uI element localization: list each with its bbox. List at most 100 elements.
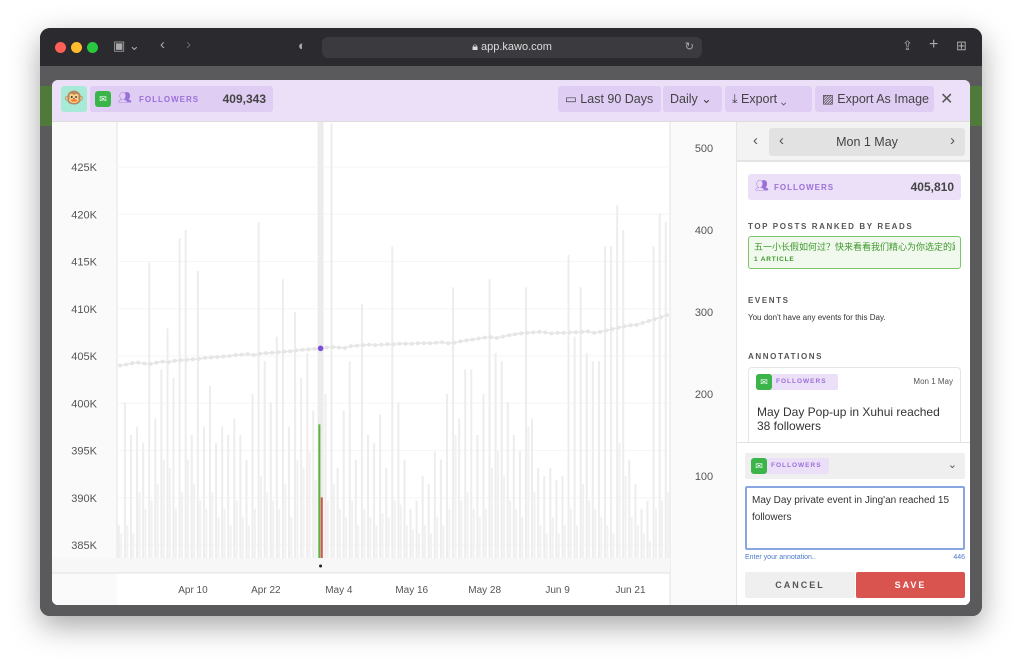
left-tick-label: 410K bbox=[71, 304, 97, 316]
reads-bar-secondary bbox=[636, 525, 639, 558]
chevron-down-icon: ⌄ bbox=[701, 92, 712, 106]
reads-bar bbox=[445, 394, 448, 558]
prev-icon[interactable]: ‹ bbox=[753, 132, 758, 149]
tabs-overview-icon[interactable]: ⊞ bbox=[956, 38, 967, 54]
followers-point bbox=[385, 342, 390, 347]
next-day-icon[interactable]: › bbox=[950, 132, 955, 149]
date-range-button[interactable]: ▭ Last 90 Days bbox=[558, 86, 661, 112]
reads-bar bbox=[518, 451, 521, 558]
lock-icon: 🔒︎ bbox=[472, 41, 481, 53]
reads-bar-secondary bbox=[375, 525, 378, 558]
followers-point bbox=[160, 359, 165, 364]
reads-bar-secondary bbox=[454, 435, 457, 558]
export-image-button[interactable]: ▨ Export As Image bbox=[815, 86, 934, 112]
calendar-icon: ▭ bbox=[565, 92, 581, 106]
selected-date: Mon 1 May bbox=[836, 135, 898, 149]
followers-point bbox=[142, 361, 147, 366]
left-tick-label: 400K bbox=[71, 398, 97, 410]
reads-bar-secondary bbox=[606, 525, 609, 558]
reads-bar bbox=[142, 443, 145, 558]
zoom-window-button[interactable] bbox=[87, 42, 98, 53]
annotation-date: Mon 1 May bbox=[913, 377, 953, 386]
followers-point bbox=[269, 350, 274, 355]
reads-bar bbox=[652, 246, 655, 558]
reads-bar-secondary bbox=[339, 508, 342, 558]
reads-bar bbox=[579, 287, 582, 558]
reads-bar bbox=[281, 279, 284, 558]
selected-day-marker bbox=[319, 564, 323, 568]
cancel-button[interactable]: CANCEL bbox=[745, 572, 855, 598]
followers-point bbox=[500, 334, 505, 339]
browser-toolbar: ▣ ⌄ ‹ › ◐ 🔒︎ app.kawo.com ↻ ⇪ + ⊞ bbox=[40, 28, 982, 66]
reads-bar bbox=[464, 369, 467, 558]
reads-bar-secondary bbox=[551, 517, 554, 558]
reads-bar bbox=[488, 279, 491, 558]
annotation-metric-tag: ✉ FOLLOWERS bbox=[756, 374, 838, 390]
x-tick-label: Apr 10 bbox=[178, 585, 208, 596]
interval-label: Daily bbox=[670, 92, 698, 106]
reads-bar-secondary bbox=[661, 500, 664, 558]
shield-icon[interactable]: ◐ bbox=[298, 38, 306, 53]
reads-bar-secondary bbox=[369, 517, 372, 558]
reads-bar-secondary bbox=[418, 533, 421, 558]
right-tick-label: 300 bbox=[695, 307, 713, 319]
top-post-card[interactable]: 五一小长假如何过？快来看看我们精心为你选定的路线 1 ARTICLE bbox=[748, 236, 961, 269]
x-tick-label: May 28 bbox=[468, 585, 501, 596]
reads-bar-secondary bbox=[472, 508, 475, 558]
close-window-button[interactable] bbox=[55, 42, 66, 53]
reads-bar bbox=[591, 361, 594, 558]
date-picker[interactable]: ‹ Mon 1 May › bbox=[769, 128, 965, 156]
reads-bar-secondary bbox=[187, 459, 190, 558]
metric-selector[interactable]: ✉ 👥︎ FOLLOWERS 409,343 bbox=[90, 86, 273, 112]
forward-icon[interactable]: › bbox=[186, 36, 191, 53]
followers-point bbox=[239, 352, 244, 357]
reads-bar-secondary bbox=[460, 500, 463, 558]
reads-bar-secondary bbox=[588, 500, 591, 558]
reads-bar bbox=[452, 287, 455, 558]
x-tick-label: Jun 9 bbox=[545, 585, 570, 596]
reads-bar-secondary bbox=[150, 500, 153, 558]
editor-metric-dropdown[interactable]: ✉ FOLLOWERS ⌄ bbox=[745, 453, 965, 479]
reads-bar bbox=[664, 221, 667, 559]
export-dropdown[interactable]: ⤓ Export ⌄ bbox=[725, 86, 812, 112]
followers-point bbox=[348, 344, 353, 349]
reads-bar-secondary bbox=[399, 504, 402, 558]
reads-bar-secondary bbox=[229, 525, 232, 558]
reads-bar-secondary bbox=[442, 525, 445, 558]
followers-point bbox=[573, 330, 578, 335]
char-remaining: 446 bbox=[953, 554, 965, 561]
new-tab-icon[interactable]: + bbox=[929, 36, 938, 54]
reads-bar bbox=[482, 394, 485, 558]
reads-bar-secondary bbox=[618, 443, 621, 558]
address-bar[interactable]: 🔒︎ app.kawo.com ↻ bbox=[322, 37, 702, 58]
reads-bar-secondary bbox=[308, 451, 311, 558]
annotation-card[interactable]: ✉ FOLLOWERS Mon 1 May May Day Pop-up in … bbox=[748, 367, 961, 442]
reads-bar-secondary bbox=[314, 480, 317, 558]
share-icon[interactable]: ⇪ bbox=[902, 38, 913, 54]
interval-dropdown[interactable]: Daily ⌄ bbox=[663, 86, 722, 112]
reads-bar bbox=[379, 414, 382, 558]
followers-chart[interactable]: 385K 390K 395K 400K 405K 410K 415K 420K 425K 100 2… bbox=[52, 122, 736, 605]
reads-bar bbox=[117, 525, 120, 558]
reads-bar-secondary bbox=[582, 484, 585, 558]
reads-bar-secondary bbox=[527, 426, 530, 558]
followers-point bbox=[622, 324, 627, 329]
back-icon[interactable]: ‹ bbox=[160, 36, 165, 53]
left-axis-area bbox=[52, 122, 117, 605]
followers-point bbox=[355, 343, 360, 348]
reads-bar-secondary bbox=[278, 508, 281, 558]
annotation-textarea[interactable]: May Day private event in Jing'an reached… bbox=[745, 486, 965, 550]
followers-point bbox=[373, 343, 378, 348]
followers-point bbox=[513, 332, 518, 337]
reads-bar-secondary bbox=[332, 484, 335, 558]
reads-bar bbox=[640, 508, 643, 558]
save-button[interactable]: SAVE bbox=[856, 572, 965, 598]
reads-bar bbox=[330, 123, 333, 559]
minimize-window-button[interactable] bbox=[71, 42, 82, 53]
reload-icon[interactable]: ↻ bbox=[685, 37, 694, 58]
close-icon[interactable]: ✕ bbox=[940, 89, 953, 109]
reads-bar-secondary bbox=[320, 497, 323, 558]
reads-bar-secondary bbox=[648, 541, 651, 558]
reads-bar bbox=[427, 484, 430, 558]
sidebar-icon[interactable]: ▣ ⌄ bbox=[113, 38, 140, 54]
